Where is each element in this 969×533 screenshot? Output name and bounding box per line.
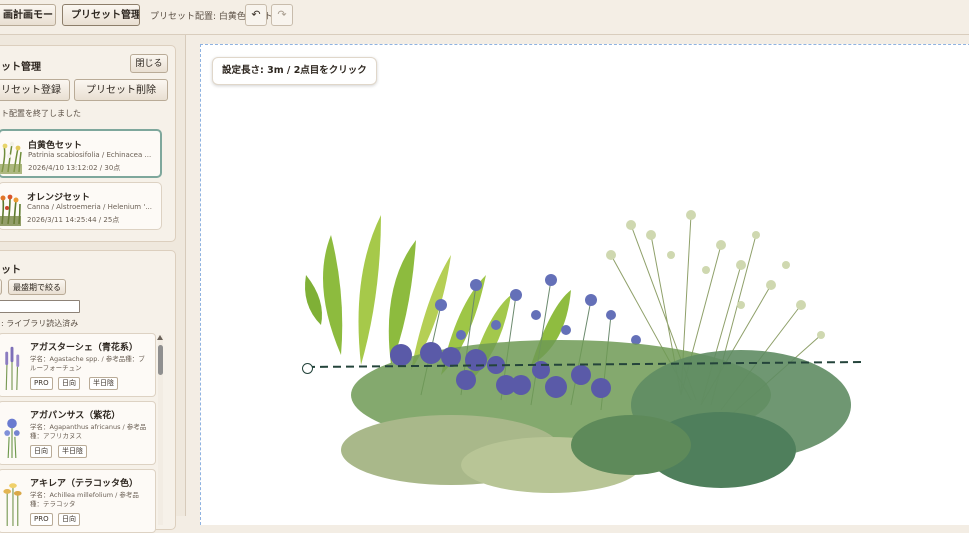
redo-icon[interactable]: ↷ [271,4,293,26]
plant-name: アガパンサス（紫花） [30,411,121,421]
plant-library-panel: ット 最盛期で絞る : ライブラリ読込済み アガスターシェ（青花系） 学名：Ag… [0,250,176,533]
planting-bed-illustration [305,210,851,493]
planting-plan-mode-button[interactable]: 画計画モード [0,4,56,26]
plant-search-input[interactable] [0,300,80,313]
top-toolbar: 画計画モード プリセット管理 プリセット配置: 白黄色セット ↶ ↷ [0,0,969,35]
plant-card[interactable]: アガパンサス（紫花） 学名：Agapanthus africanus / 参考品… [0,401,156,465]
plant-description: 学名：Agapanthus africanus / 参考品種：アフリカヌス [30,423,147,440]
length-hint-tooltip: 設定長さ: 3m / 2点目をクリック [212,57,377,85]
tag-sun: 日向 [58,377,80,390]
plant-name: アガスターシェ（青花系） [30,343,138,353]
close-button[interactable]: 閉じる [130,54,168,73]
preset-meta: 2026/4/10 13:12:02 / 30点 [28,164,121,172]
tag-pro: PRO [30,513,53,526]
plant-panel-title: ット [1,265,21,276]
preset-delete-button[interactable]: プリセット削除 [74,79,168,101]
preset-panel-title: ット管理 [1,62,41,73]
preset-name: オレンジセット [27,193,91,203]
filter-left-button[interactable] [0,279,2,295]
preset-meta: 2026/3/11 14:25:44 / 25点 [27,216,120,224]
preset-register-button[interactable]: リセット登録 [0,79,70,101]
scrollbar-thumb[interactable] [158,345,163,375]
plant-card[interactable]: アキレア（テラコッタ色） 学名：Achillea millefolium / 参… [0,469,156,533]
undo-icon[interactable]: ↶ [245,4,267,26]
tag-sun: 日向 [30,445,52,458]
preset-thumbnail-icon [0,136,22,174]
plant-name: アキレア（テラコッタ色） [30,479,139,489]
agastache-thumbnail-icon [5,346,20,390]
achillea-thumbnail-icon [3,483,22,526]
tag-pro: PRO [30,377,53,390]
preset-thumbnail-icon [0,188,21,226]
planting-canvas[interactable]: 設定長さ: 3m / 2点目をクリック [200,44,969,525]
preset-name: 白黄色セット [28,141,83,151]
plant-list-scrollbar[interactable] [157,335,163,525]
filter-peak-season-button[interactable]: 最盛期で絞る [8,279,66,295]
preset-card[interactable]: オレンジセット Canna / Alstroemeria / Helenium … [0,182,162,230]
tag-partial-shade: 半日陰 [58,445,87,458]
scrollbar-up-arrow-icon[interactable] [157,335,163,340]
preset-manage-button[interactable]: プリセット管理 [62,4,140,26]
agapanthus-thumbnail-icon [4,418,20,458]
preset-manage-panel: ット管理 閉じる リセット登録 プリセット削除 ト配置を終了しました 白黄色セッ… [0,45,176,242]
tag-partial-shade: 半日陰 [89,377,118,390]
plant-card[interactable]: アガスターシェ（青花系） 学名：Agastache spp. / 参考品種：ブル… [0,333,156,397]
measure-start-point-icon[interactable] [302,363,313,374]
preset-status-text: ト配置を終了しました [1,109,81,118]
plant-description: 学名：Achillea millefolium / 参考品種：テラコッタ [30,491,139,508]
tag-sun: 日向 [58,513,80,526]
plant-description: 学名：Agastache spp. / 参考品種：ブルーフォーチュン [30,355,145,372]
preset-plants: Patrinia scabiosifolia / Echinacea ... [28,151,152,159]
library-status-text: : ライブラリ読込済み [1,319,79,328]
preset-card[interactable]: 白黄色セット Patrinia scabiosifolia / Echinace… [0,129,162,178]
preset-plants: Canna / Alstroemeria / Helenium '... [27,203,152,211]
measure-line [306,361,862,368]
